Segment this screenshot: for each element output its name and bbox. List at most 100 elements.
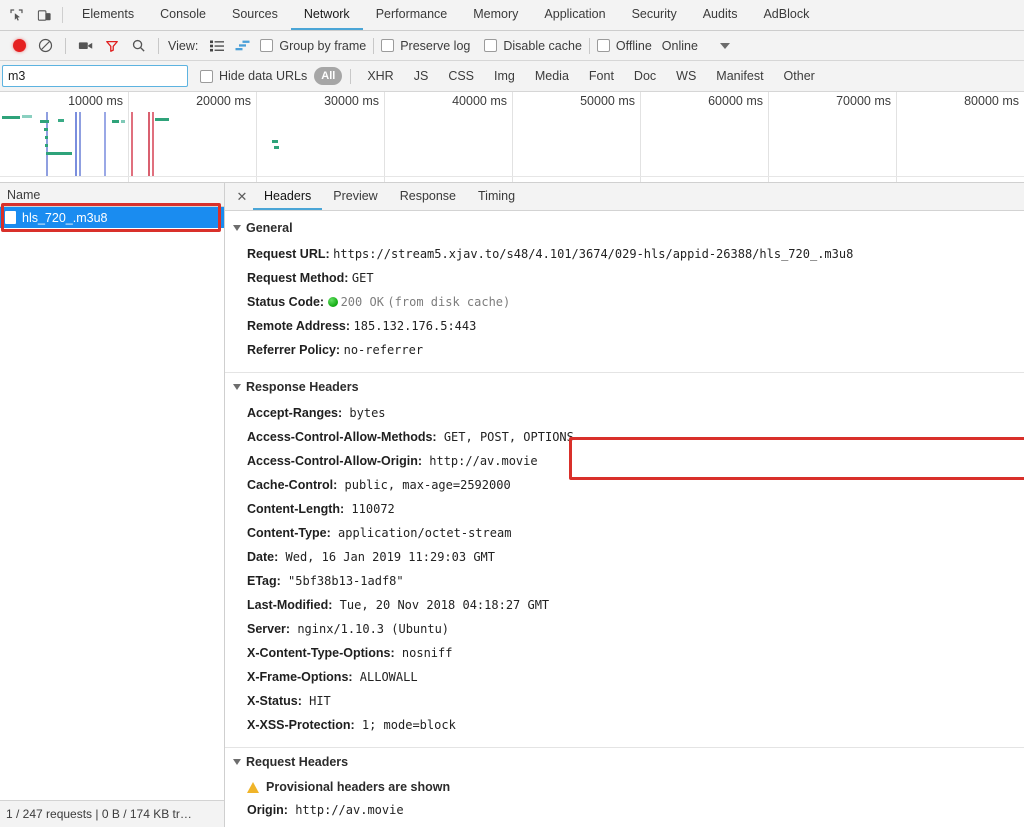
preserve-log-checkbox[interactable]: Preserve log: [381, 39, 470, 53]
requests-list[interactable]: hls_720_.m3u8: [0, 207, 224, 800]
group-by-frame-label: Group by frame: [279, 39, 366, 53]
tab-timing[interactable]: Timing: [467, 183, 526, 210]
field-key: Access-Control-Allow-Origin:: [247, 454, 422, 468]
section-title: General: [246, 221, 293, 235]
response-header-row: Content-Length: 110072: [225, 497, 1024, 521]
overview-request-mark: [274, 146, 279, 149]
tab-adblock[interactable]: AdBlock: [750, 0, 822, 30]
warning-text: Provisional headers are shown: [266, 780, 450, 794]
field-key: X-Status:: [247, 694, 302, 708]
capture-screenshots-icon[interactable]: [73, 33, 99, 59]
tab-elements[interactable]: Elements: [69, 0, 147, 30]
filter-chip-media[interactable]: Media: [527, 67, 577, 85]
response-header-row: Server: nginx/1.10.3 (Ubuntu): [225, 617, 1024, 641]
record-dot: [13, 39, 26, 52]
checkbox-box: [484, 39, 497, 52]
field-value: ALLOWALL: [353, 670, 418, 684]
status-ok-icon: [328, 297, 338, 307]
field-value[interactable]: https://stream5.xjav.to/s48/4.101/3674/0…: [333, 247, 853, 261]
field-key: Last-Modified:: [247, 598, 332, 612]
overview-event-line: [79, 112, 81, 176]
filter-icon[interactable]: [99, 33, 125, 59]
filter-chip-ws[interactable]: WS: [668, 67, 704, 85]
overview-request-mark: [22, 115, 32, 118]
general-request-url: Request URL: https://stream5.xjav.to/s48…: [225, 242, 1024, 266]
group-by-frame-checkbox[interactable]: Group by frame: [260, 39, 366, 53]
document-file-icon: [5, 211, 16, 224]
checkbox-box: [381, 39, 394, 52]
filter-input[interactable]: [2, 65, 188, 87]
disable-cache-label: Disable cache: [503, 39, 582, 53]
filter-chip-img[interactable]: Img: [486, 67, 523, 85]
offline-checkbox[interactable]: Offline: [597, 39, 652, 53]
close-icon[interactable]: ✕: [231, 183, 253, 210]
overview-request-mark: [2, 116, 20, 119]
status-code-note: (from disk cache): [387, 295, 510, 309]
clear-icon[interactable]: [32, 33, 58, 59]
field-value: application/octet-stream: [331, 526, 512, 540]
tab-network[interactable]: Network: [291, 0, 363, 30]
field-key: X-Frame-Options:: [247, 670, 353, 684]
details-tabbar: ✕ Headers Preview Response Timing: [225, 183, 1024, 211]
network-body: Name hls_720_.m3u8 1 / 247 requests | 0 …: [0, 183, 1024, 827]
tab-response[interactable]: Response: [389, 183, 467, 210]
offline-label: Offline: [616, 39, 652, 53]
network-status-bar: 1 / 247 requests | 0 B / 174 KB tr…: [0, 800, 224, 827]
field-value: GET: [352, 271, 374, 285]
tab-console[interactable]: Console: [147, 0, 219, 30]
field-key: Status Code:: [247, 295, 324, 309]
filter-chip-manifest[interactable]: Manifest: [708, 67, 771, 85]
tab-headers[interactable]: Headers: [253, 183, 322, 210]
hide-data-urls-checkbox[interactable]: Hide data URLs: [200, 69, 307, 83]
filter-chip-css[interactable]: CSS: [440, 67, 482, 85]
section-request-headers-header[interactable]: Request Headers: [225, 747, 1024, 776]
overview-gridline: [640, 92, 641, 182]
field-value: bytes: [342, 406, 385, 420]
response-header-row: X-XSS-Protection: 1; mode=block: [225, 713, 1024, 737]
device-toolbar-icon[interactable]: [30, 0, 58, 30]
field-key: Origin:: [247, 803, 288, 817]
field-key: X-XSS-Protection:: [247, 718, 355, 732]
toolbar-divider-3: [373, 38, 374, 54]
tab-label: Headers: [264, 189, 311, 203]
response-header-row: Access-Control-Allow-Origin: http://av.m…: [225, 449, 1024, 473]
overview-request-mark: [272, 140, 278, 143]
filter-chip-other[interactable]: Other: [776, 67, 823, 85]
resource-type-filters: All XHR JS CSS Img Media Font Doc WS Man…: [313, 67, 824, 85]
field-key: Remote Address:: [247, 319, 350, 333]
preserve-log-label: Preserve log: [400, 39, 470, 53]
section-response-headers-header[interactable]: Response Headers: [225, 372, 1024, 401]
table-row[interactable]: hls_720_.m3u8: [0, 207, 224, 228]
tab-sources[interactable]: Sources: [219, 0, 291, 30]
overview-request-mark: [155, 118, 169, 121]
tab-audits[interactable]: Audits: [690, 0, 751, 30]
tab-performance[interactable]: Performance: [363, 0, 461, 30]
list-view-icon[interactable]: [204, 33, 230, 59]
field-key: Content-Type:: [247, 526, 331, 540]
waterfall-view-icon[interactable]: [230, 33, 256, 59]
overview-event-line: [75, 112, 77, 176]
field-value: Wed, 16 Jan 2019 11:29:03 GMT: [278, 550, 495, 564]
tab-application[interactable]: Application: [531, 0, 618, 30]
tab-preview[interactable]: Preview: [322, 183, 388, 210]
section-general-header[interactable]: General: [225, 211, 1024, 242]
chevron-down-icon[interactable]: [720, 43, 730, 49]
filter-chip-font[interactable]: Font: [581, 67, 622, 85]
tab-security[interactable]: Security: [619, 0, 690, 30]
disable-cache-checkbox[interactable]: Disable cache: [484, 39, 582, 53]
overview-tick-label: 30000 ms: [324, 94, 384, 108]
filter-chip-xhr[interactable]: XHR: [359, 67, 401, 85]
tab-label: Elements: [82, 7, 134, 21]
field-key: Content-Length:: [247, 502, 344, 516]
tab-memory[interactable]: Memory: [460, 0, 531, 30]
record-button-icon[interactable]: [6, 33, 32, 59]
filter-chip-doc[interactable]: Doc: [626, 67, 664, 85]
requests-column-header[interactable]: Name: [0, 183, 224, 207]
filter-chip-all[interactable]: All: [314, 67, 342, 85]
overview-gridline: [384, 92, 385, 182]
filter-chip-js[interactable]: JS: [406, 67, 437, 85]
throttling-value[interactable]: Online: [662, 39, 698, 53]
search-icon[interactable]: [125, 33, 151, 59]
inspect-element-icon[interactable]: [2, 0, 30, 30]
network-overview-timeline[interactable]: 10000 ms20000 ms30000 ms40000 ms50000 ms…: [0, 92, 1024, 183]
